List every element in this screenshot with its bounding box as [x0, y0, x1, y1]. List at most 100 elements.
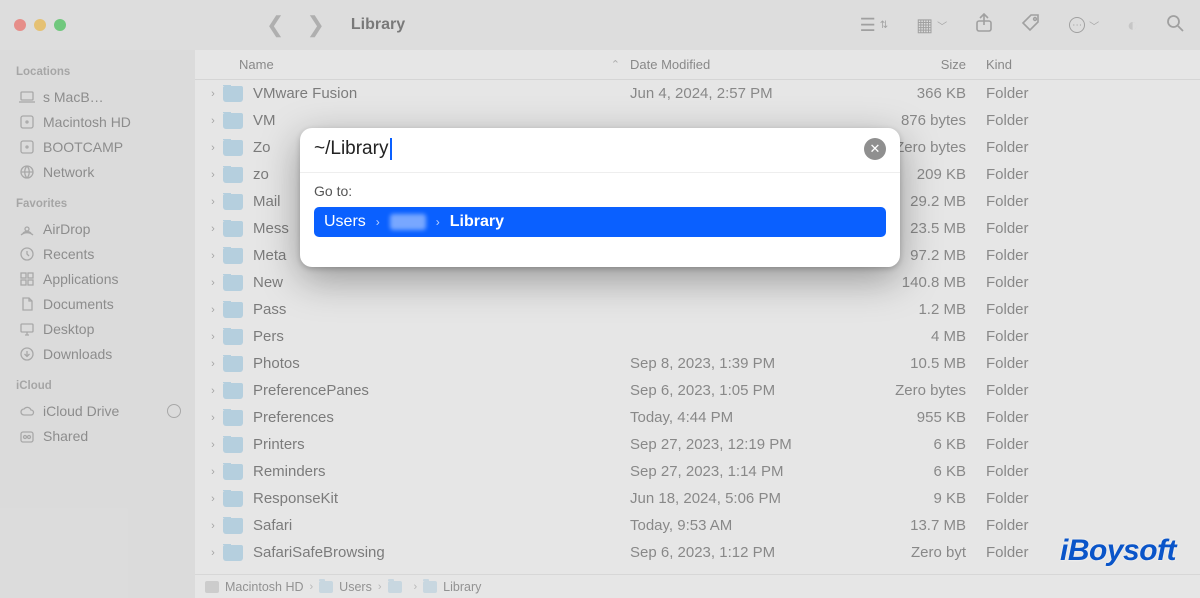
sidebar-item[interactable]: Downloads — [10, 341, 189, 366]
column-size[interactable]: Size — [860, 57, 980, 72]
table-row[interactable]: ›SafariSafeBrowsingSep 6, 2023, 1:12 PMZ… — [195, 539, 1200, 566]
disclosure-triangle-icon[interactable]: › — [203, 493, 223, 505]
sidebar-item[interactable]: Applications — [10, 266, 189, 291]
table-row[interactable]: ›RemindersSep 27, 2023, 1:14 PM6 KBFolde… — [195, 458, 1200, 485]
sidebar-item[interactable]: AirDrop — [10, 216, 189, 241]
disclosure-triangle-icon[interactable]: › — [203, 88, 223, 100]
chevron-down-icon: ﹀ — [1089, 18, 1099, 33]
disclosure-triangle-icon[interactable]: › — [203, 358, 223, 370]
disclosure-triangle-icon[interactable]: › — [203, 196, 223, 208]
sidebar-item-label: iCloud Drive — [43, 403, 119, 419]
table-row[interactable]: ›PreferencesToday, 4:44 PM955 KBFolder — [195, 404, 1200, 431]
text-cursor — [390, 138, 392, 160]
path-segment[interactable]: Macintosh HD — [225, 580, 304, 594]
disclosure-triangle-icon[interactable]: › — [203, 142, 223, 154]
table-row[interactable]: ›ResponseKitJun 18, 2024, 5:06 PM9 KBFol… — [195, 485, 1200, 512]
file-kind: Folder — [980, 301, 1200, 318]
disclosure-triangle-icon[interactable]: › — [203, 466, 223, 478]
disclosure-triangle-icon[interactable]: › — [203, 412, 223, 424]
chevron-down-icon: ﹀ — [937, 18, 947, 33]
file-name: ResponseKit — [253, 490, 338, 507]
sidebar-item[interactable]: iCloud Drive — [10, 398, 189, 423]
action-menu-button[interactable]: ⋯ ﹀ — [1069, 17, 1099, 33]
nav-arrows: ❮ ❯ — [266, 12, 325, 38]
folder-icon — [223, 248, 243, 264]
share-icon — [18, 427, 35, 444]
back-button[interactable]: ❮ — [266, 12, 284, 38]
disclosure-triangle-icon[interactable]: › — [203, 385, 223, 397]
view-list-button[interactable]: ☰ ⇅ — [860, 15, 889, 36]
table-row[interactable]: ›New140.8 MBFolder — [195, 269, 1200, 296]
zoom-window-button[interactable] — [54, 19, 66, 31]
disclosure-triangle-icon[interactable]: › — [203, 277, 223, 289]
file-kind: Folder — [980, 220, 1200, 237]
column-name[interactable]: Name ⌃ — [195, 57, 630, 72]
search-button[interactable] — [1166, 14, 1184, 37]
disclosure-triangle-icon[interactable]: › — [203, 115, 223, 127]
close-window-button[interactable] — [14, 19, 26, 31]
sidebar-item[interactable]: Macintosh HD — [10, 109, 189, 134]
disclosure-triangle-icon[interactable]: › — [203, 331, 223, 343]
disclosure-triangle-icon[interactable]: › — [203, 169, 223, 181]
list-icon: ☰ — [860, 15, 876, 36]
path-bar: Macintosh HD›Users››Library — [195, 574, 1200, 598]
share-button[interactable] — [975, 13, 993, 38]
table-row[interactable]: ›PrintersSep 27, 2023, 12:19 PM6 KBFolde… — [195, 431, 1200, 458]
table-row[interactable]: ›PreferencePanesSep 6, 2023, 1:05 PMZero… — [195, 377, 1200, 404]
download-icon — [18, 345, 35, 362]
watermark: iBoysoft — [1060, 534, 1176, 568]
sidebar-item[interactable]: s MacB… — [10, 84, 189, 109]
view-grid-button[interactable]: ▦ ﹀ — [916, 15, 947, 36]
disk-icon — [205, 581, 219, 593]
tags-button[interactable] — [1021, 13, 1041, 38]
sidebar-item[interactable]: Desktop — [10, 316, 189, 341]
folder-icon — [223, 437, 243, 453]
file-kind: Folder — [980, 409, 1200, 426]
path-segment[interactable]: Library — [443, 580, 481, 594]
table-row[interactable]: ›PhotosSep 8, 2023, 1:39 PM10.5 MBFolder — [195, 350, 1200, 377]
info-button[interactable]: ◐ — [1127, 15, 1138, 36]
disclosure-triangle-icon[interactable]: › — [203, 520, 223, 532]
file-name: Mess — [253, 220, 289, 237]
disclosure-triangle-icon[interactable]: › — [203, 547, 223, 559]
table-row[interactable]: ›SafariToday, 9:53 AM13.7 MBFolder — [195, 512, 1200, 539]
sidebar-item[interactable]: BOOTCAMP — [10, 134, 189, 159]
folder-icon — [223, 275, 243, 291]
forward-button[interactable]: ❯ — [306, 12, 324, 38]
go-to-result-row[interactable]: Users››Library — [314, 207, 886, 237]
go-to-folder-dialog: ~/Library ✕ Go to: Users››Library — [300, 128, 900, 267]
path-segment[interactable]: Users — [339, 580, 372, 594]
sidebar-item[interactable]: Network — [10, 159, 189, 184]
file-name: Zo — [253, 139, 271, 156]
folder-icon — [423, 581, 437, 593]
file-name: Meta — [253, 247, 286, 264]
table-row[interactable]: ›VMware FusionJun 4, 2024, 2:57 PM366 KB… — [195, 80, 1200, 107]
minimize-window-button[interactable] — [34, 19, 46, 31]
disclosure-triangle-icon[interactable]: › — [203, 304, 223, 316]
file-kind: Folder — [980, 274, 1200, 291]
file-date: Sep 8, 2023, 1:39 PM — [630, 355, 860, 372]
disk-icon — [18, 138, 35, 155]
globe-icon — [18, 163, 35, 180]
clear-input-button[interactable]: ✕ — [864, 138, 886, 160]
sidebar-item-label: Downloads — [43, 346, 112, 362]
sidebar-item[interactable]: Documents — [10, 291, 189, 316]
go-to-path-input[interactable]: ~/Library — [314, 138, 864, 160]
file-size: 876 bytes — [860, 112, 980, 129]
table-row[interactable]: ›Pass1.2 MBFolder — [195, 296, 1200, 323]
table-row[interactable]: ›Pers4 MBFolder — [195, 323, 1200, 350]
file-name: Mail — [253, 193, 281, 210]
folder-icon — [223, 113, 243, 129]
column-date[interactable]: Date Modified — [630, 57, 860, 72]
sidebar-item[interactable]: Recents — [10, 241, 189, 266]
column-kind[interactable]: Kind — [980, 57, 1200, 72]
sidebar-item[interactable]: Shared — [10, 423, 189, 448]
folder-icon — [319, 581, 333, 593]
disclosure-triangle-icon[interactable]: › — [203, 223, 223, 235]
disclosure-triangle-icon[interactable]: › — [203, 250, 223, 262]
cloud-icon — [18, 402, 35, 419]
ellipsis-circle-icon: ⋯ — [1069, 17, 1085, 33]
folder-icon — [223, 329, 243, 345]
sidebar-item-label: Macintosh HD — [43, 114, 131, 130]
disclosure-triangle-icon[interactable]: › — [203, 439, 223, 451]
